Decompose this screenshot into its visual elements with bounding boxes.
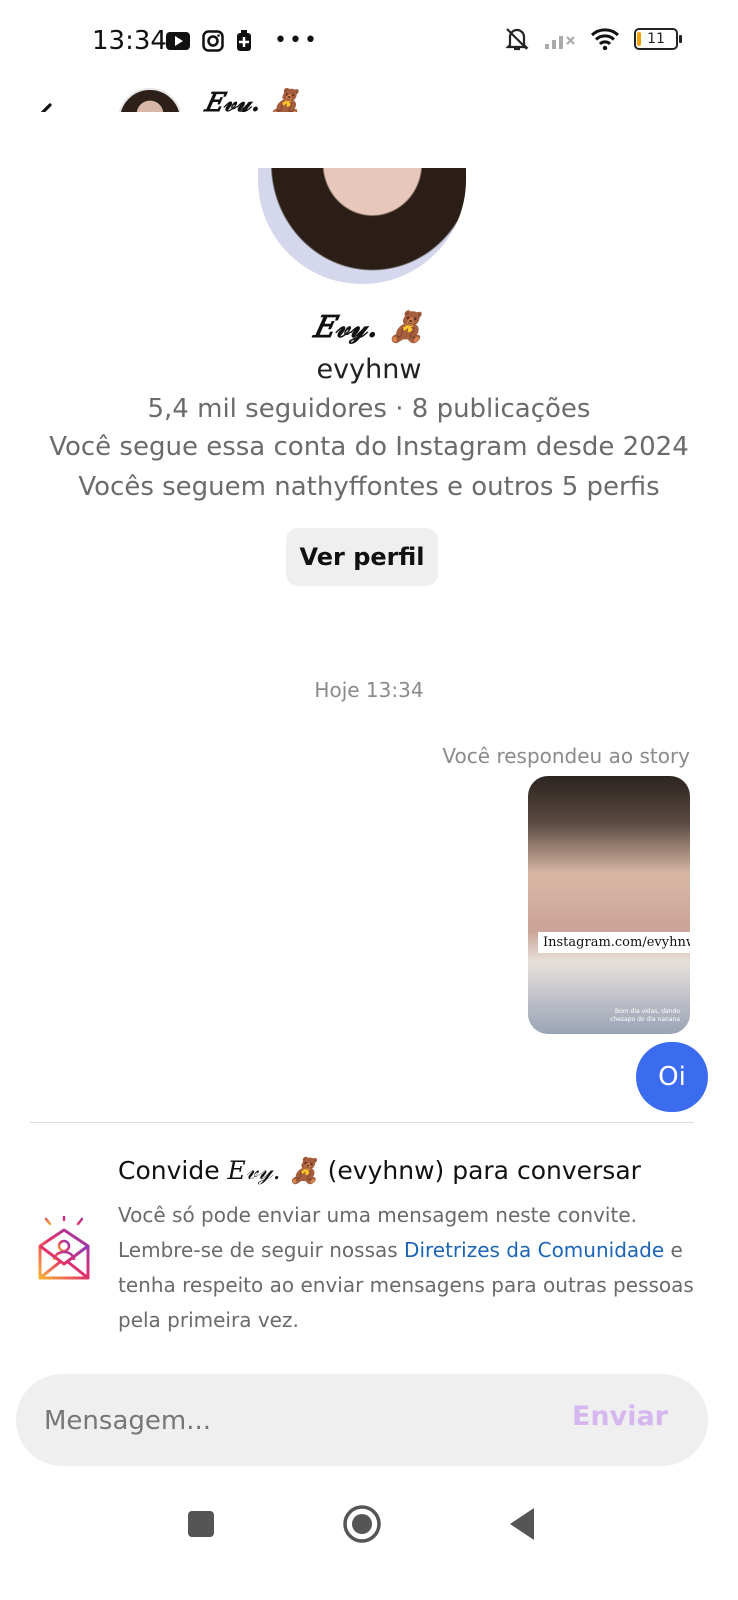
more-notifications-icon: ••• — [274, 28, 319, 53]
battery-icon: 11 — [634, 28, 682, 50]
profile-stats: 5,4 mil seguidores · 8 publicações — [147, 394, 591, 424]
invite-title: Convide 𝐸𝓋𝓎. 🧸 (evyhnw) para conversar — [118, 1156, 641, 1186]
send-button[interactable]: Enviar — [566, 1400, 674, 1433]
wifi-icon — [590, 28, 620, 51]
signal-icon — [545, 36, 575, 49]
profile-display-name: 𝐸𝓋𝓎. 🧸 — [312, 310, 426, 345]
invite-body: Você só pode enviar uma mensagem neste c… — [118, 1198, 698, 1338]
battery-level: 11 — [647, 31, 665, 47]
story-caption: Bom dia vidas, dando chesapo do dia nana… — [610, 1008, 680, 1023]
instagram-icon — [202, 29, 224, 52]
message-composer: Enviar — [16, 1374, 708, 1466]
status-time: 13:34 — [92, 26, 167, 56]
youtube-icon — [166, 31, 190, 50]
header-background — [0, 112, 738, 168]
mute-icon — [505, 28, 529, 51]
view-profile-button[interactable]: Ver perfil — [286, 528, 438, 586]
invite-title-suffix: (evyhnw) para conversar — [327, 1156, 641, 1185]
recents-nav-icon[interactable] — [188, 1511, 214, 1537]
community-guidelines-link[interactable]: Diretrizes da Comunidade — [404, 1238, 664, 1262]
chat-timestamp: Hoje 13:34 — [314, 678, 424, 702]
profile-username: evyhnw — [316, 354, 422, 385]
back-nav-icon[interactable] — [508, 1506, 536, 1542]
status-notification-icons: ••• — [166, 28, 319, 53]
mutual-followers-text: Vocês seguem nathyffontes e outros 5 per… — [78, 472, 660, 502]
following-since-text: Você segue essa conta do Instagram desde… — [49, 432, 689, 462]
invite-envelope-icon — [38, 1216, 90, 1280]
story-reply-label: Você respondeu ao story — [442, 744, 690, 768]
story-link-sticker: Instagram.com/evyhnw — [538, 932, 690, 953]
invite-title-name: 𝐸𝓋𝓎. 🧸 — [227, 1156, 320, 1185]
message-input[interactable] — [42, 1396, 546, 1446]
status-system-icons: 11 — [504, 26, 682, 52]
story-thumbnail[interactable]: Instagram.com/evyhnw Bom dia vidas, dand… — [528, 776, 690, 1034]
invite-title-prefix: Convide — [118, 1156, 220, 1185]
battery-saver-icon — [237, 29, 251, 51]
home-nav-icon[interactable] — [342, 1504, 382, 1544]
sent-message-bubble[interactable]: Oi — [636, 1042, 708, 1112]
divider — [30, 1122, 694, 1123]
